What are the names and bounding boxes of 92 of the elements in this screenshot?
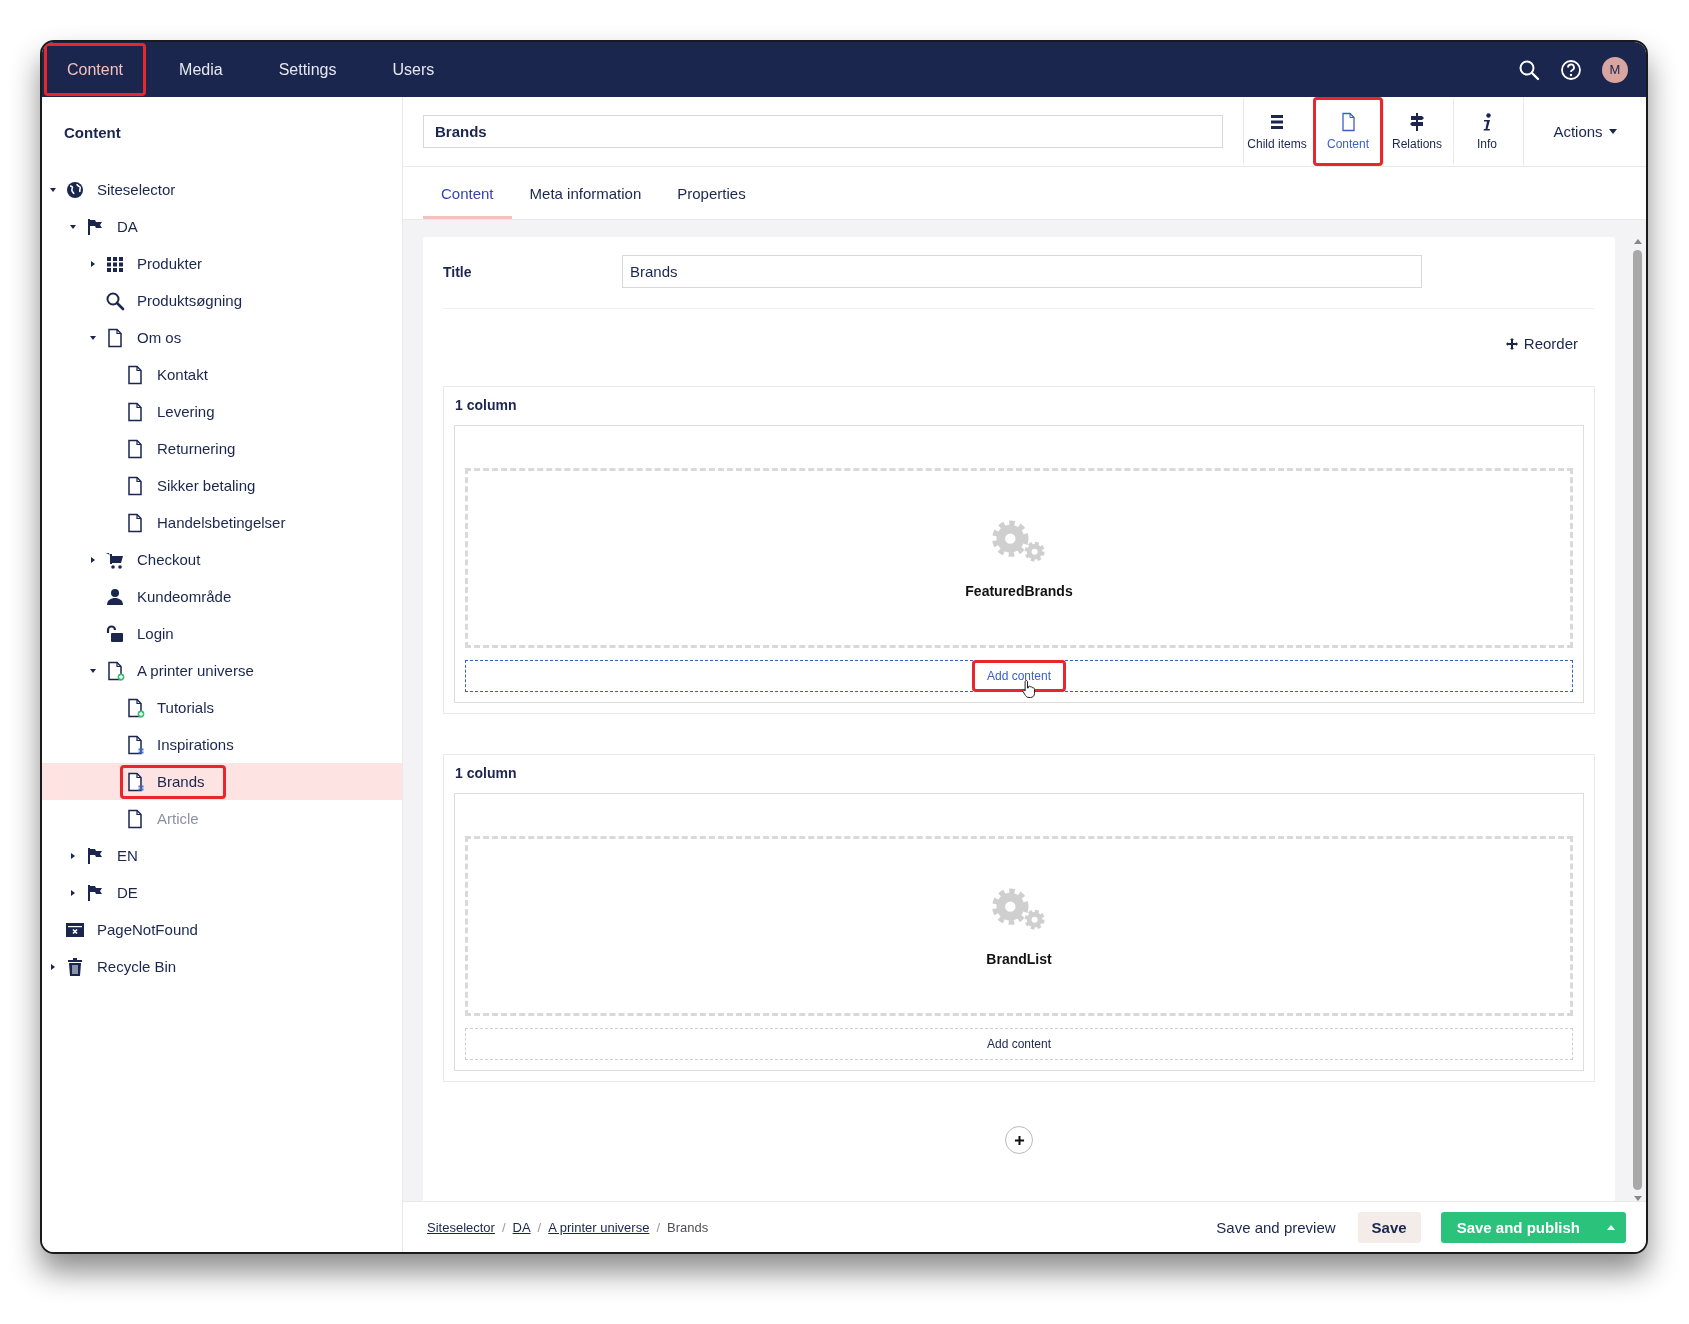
tree-item[interactable]: Produkter [100, 246, 224, 281]
page-icon [125, 438, 145, 459]
breadcrumb-separator: / [501, 1219, 506, 1235]
tree-item[interactable]: Kontakt [120, 357, 229, 392]
tree-item[interactable]: PageNotFound [60, 912, 219, 947]
page-icon [125, 808, 145, 829]
tree-item[interactable]: Handelsbetingelser [120, 505, 307, 540]
tree-item[interactable]: DE [80, 875, 159, 910]
globe-icon [65, 179, 85, 200]
flag-icon [85, 216, 105, 237]
section-heading: 1 column [454, 396, 518, 415]
field-label: Title [443, 263, 473, 280]
hand-cursor-icon [1021, 679, 1037, 699]
page-grid-icon [125, 771, 145, 792]
app-button[interactable]: Content [1313, 97, 1383, 166]
section-heading: 1 column [454, 764, 518, 783]
block-name: FeaturedBrands [965, 583, 1073, 599]
caret-icon [1607, 1224, 1615, 1230]
page-icon [125, 364, 145, 385]
tab[interactable]: Meta information [511, 170, 660, 219]
name-field[interactable]: Brands [423, 115, 1223, 148]
search-icon[interactable] [1518, 58, 1540, 81]
actions-button[interactable]: Actions [1523, 97, 1646, 166]
caret-icon[interactable] [89, 666, 97, 675]
breadcrumb-current: Brands [667, 1219, 709, 1235]
breadcrumb-link[interactable]: Siteselector [427, 1219, 495, 1235]
caret-icon[interactable] [69, 888, 77, 897]
user-avatar[interactable]: M [1602, 56, 1628, 83]
caret-icon[interactable] [89, 555, 97, 564]
reorder-button[interactable]: Reorder [1505, 335, 1578, 352]
caret-icon[interactable] [49, 185, 57, 194]
tree-item[interactable]: Tutorials [120, 690, 235, 725]
breadcrumb-separator: / [656, 1219, 661, 1235]
app-button[interactable]: Child items [1243, 97, 1313, 166]
block-placeholder[interactable]: BrandList [465, 836, 1573, 1016]
caret-icon[interactable] [89, 259, 97, 268]
app-button[interactable]: Relations [1383, 97, 1453, 166]
search-icon [105, 290, 125, 311]
breadcrumb-link[interactable]: DA [512, 1219, 531, 1235]
block-placeholder[interactable]: FeaturedBrands [465, 468, 1573, 648]
caret-icon [1608, 129, 1617, 134]
tree-item[interactable]: A printer universe [100, 653, 275, 688]
section-tab[interactable]: Users [369, 43, 458, 96]
user-icon [105, 586, 125, 607]
sidebar-title: Content [63, 123, 122, 143]
padlock-icon [105, 623, 125, 644]
page-icon [125, 475, 145, 496]
page-plus-icon [105, 660, 125, 681]
page-plus-icon [125, 697, 145, 718]
page-icon [105, 327, 125, 348]
breadcrumb-separator: / [537, 1219, 542, 1235]
save-and-preview-button[interactable]: Save and preview [1216, 1210, 1336, 1244]
flag-icon [85, 845, 105, 866]
trash-icon [65, 956, 85, 977]
add-content-button[interactable]: Add content [971, 1028, 1067, 1060]
title-field[interactable]: Brands [622, 255, 1422, 288]
move-icon [1505, 337, 1518, 350]
section-tab[interactable]: Media [156, 43, 246, 96]
section-tab[interactable]: Content [44, 43, 147, 96]
add-content-bar[interactable]: Add content [465, 1028, 1573, 1060]
tree-item[interactable]: Siteselector [60, 172, 197, 207]
add-row-button[interactable] [1005, 1126, 1033, 1154]
caret-icon[interactable] [69, 851, 77, 860]
page-grid-icon [125, 734, 145, 755]
save-button[interactable]: Save [1357, 1211, 1421, 1243]
page-icon [125, 401, 145, 422]
caret-icon[interactable] [49, 962, 57, 971]
tree-item[interactable]: Checkout [100, 542, 222, 577]
tree-item[interactable]: DA [80, 209, 159, 244]
plus-icon [1013, 1134, 1025, 1146]
tree-item[interactable]: Returnering [120, 431, 257, 466]
caret-icon[interactable] [69, 222, 77, 231]
tree-item[interactable]: Kundeområde [100, 579, 253, 614]
tree-item[interactable]: Om os [100, 320, 203, 355]
tree-item[interactable]: Brands [120, 764, 226, 799]
section-tab[interactable]: Settings [255, 43, 360, 96]
tree-item[interactable]: Produktsøgning [100, 283, 264, 318]
help-icon[interactable] [1560, 58, 1582, 81]
tab[interactable]: Properties [659, 170, 764, 219]
block-name: BrandList [986, 951, 1052, 967]
tree-item[interactable]: Sikker betaling [120, 468, 277, 503]
scroll-up-icon[interactable] [1633, 239, 1642, 244]
page-icon [125, 512, 145, 533]
tree-item[interactable]: EN [80, 838, 159, 873]
app-button[interactable]: Info [1453, 97, 1523, 166]
flag-icon [85, 882, 105, 903]
breadcrumb-link[interactable]: A printer universe [548, 1219, 650, 1235]
tree-item[interactable]: Levering [120, 394, 236, 429]
tree-item[interactable]: Login [100, 616, 195, 651]
tree-item[interactable]: Recycle Bin [60, 949, 198, 984]
tree-item[interactable]: Inspirations [120, 727, 255, 762]
caret-icon[interactable] [89, 333, 97, 342]
